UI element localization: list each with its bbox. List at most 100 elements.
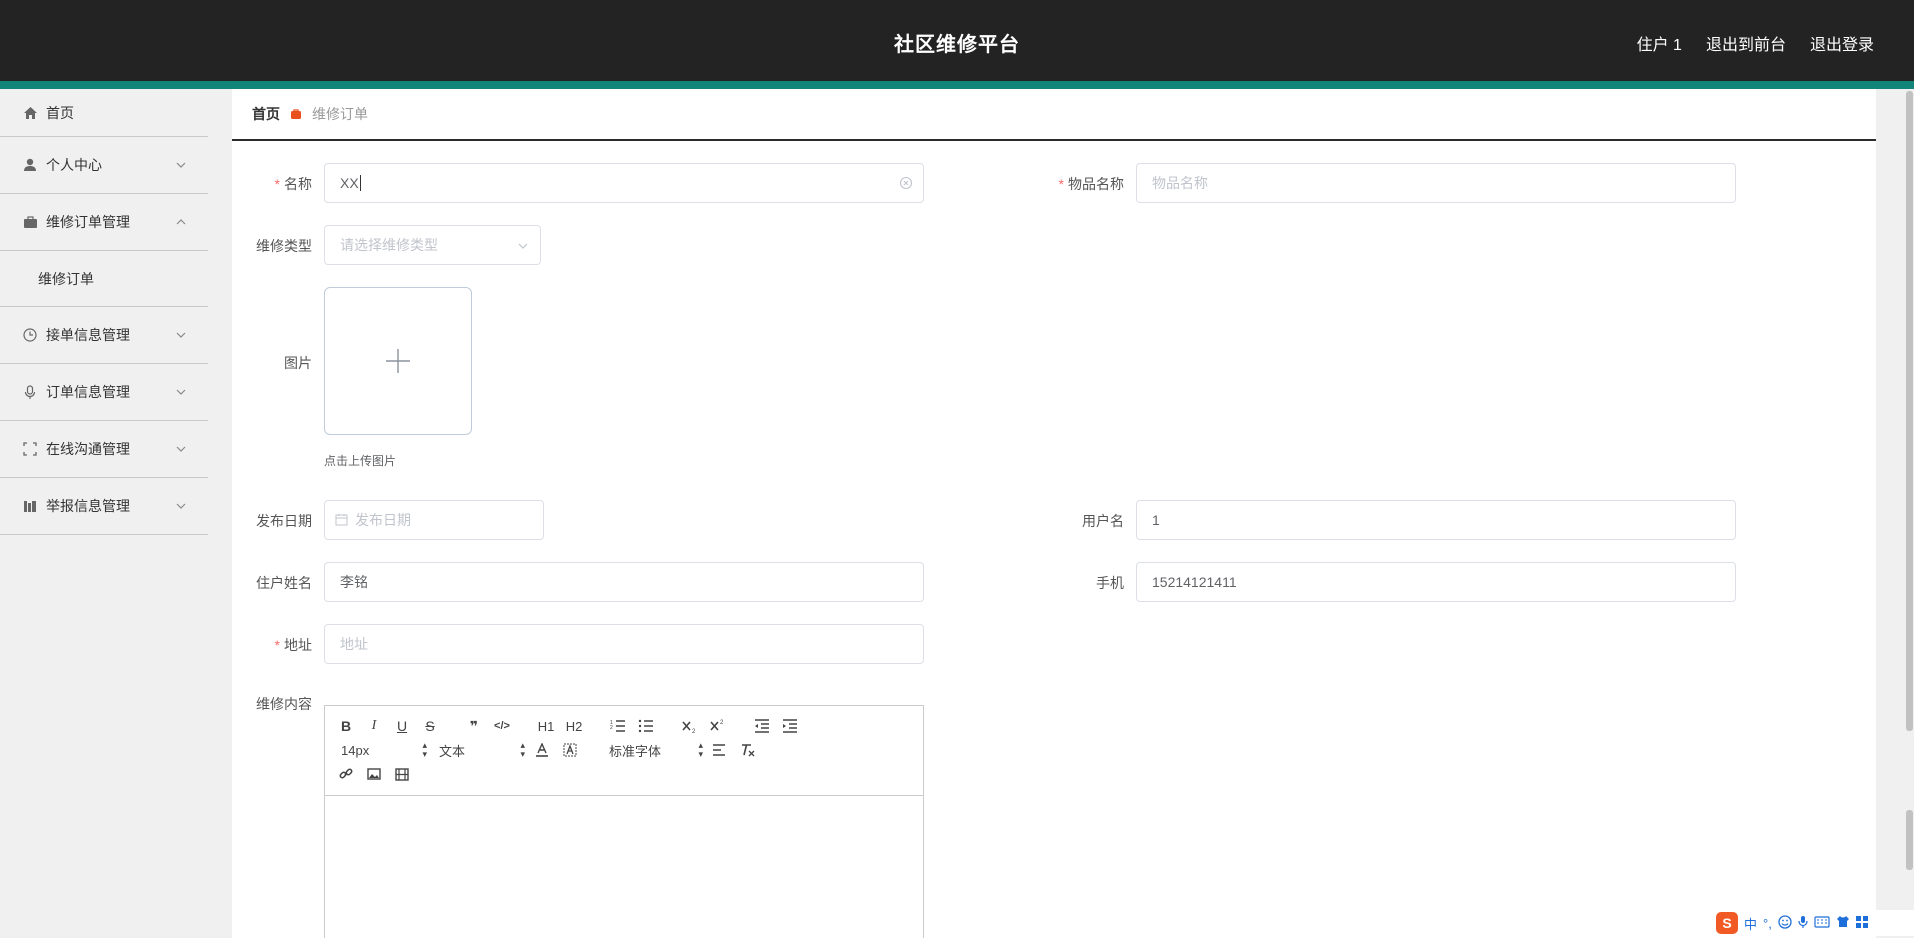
fullscreen-icon <box>22 441 38 457</box>
insert-video-button[interactable] <box>391 763 413 785</box>
item-name-placeholder: 物品名称 <box>1152 175 1208 191</box>
logout-link[interactable]: 退出登录 <box>1810 31 1874 55</box>
sidebar-item-personal-center[interactable]: 个人中心 <box>0 137 208 194</box>
item-name-input[interactable]: 物品名称 <box>1136 163 1736 203</box>
name-label: * 名称 <box>274 176 312 192</box>
exit-to-front-link[interactable]: 退出到前台 <box>1706 31 1786 55</box>
ime-punctuation-toggle[interactable]: °, <box>1763 916 1772 931</box>
font-family-select[interactable]: 标准字体 ▴ ▾ <box>603 739 703 761</box>
scrollbar-thumb-secondary[interactable] <box>1906 810 1913 870</box>
sogou-logo-icon[interactable]: S <box>1716 912 1738 934</box>
header2-button[interactable]: H2 <box>563 715 585 737</box>
books-icon <box>22 498 38 514</box>
item-name-label: * 物品名称 <box>1058 176 1124 192</box>
sidebar-item-online-chat[interactable]: 在线沟通管理 <box>0 421 208 478</box>
sidebar-item-report-info[interactable]: 举报信息管理 <box>0 478 208 535</box>
sidebar-item-home[interactable]: 首页 <box>0 89 208 137</box>
repair-type-label: 维修类型 <box>256 238 312 254</box>
sidebar-item-label: 首页 <box>46 104 74 121</box>
svg-text:2: 2 <box>610 725 613 731</box>
align-button[interactable] <box>709 739 731 761</box>
indent-button[interactable] <box>779 715 801 737</box>
publish-date-picker[interactable]: 发布日期 <box>324 500 544 540</box>
main-content: 首页 维修订单 * 名称 XX * 物品名称 物品名称 维修类型 请选择维修类型 图… <box>232 89 1876 938</box>
repair-type-placeholder: 请选择维修类型 <box>340 237 438 253</box>
header-type-select[interactable]: 文本 ▴ ▾ <box>433 739 525 761</box>
image-upload-button[interactable] <box>324 287 472 435</box>
editor-content-area[interactable] <box>325 796 923 938</box>
voice-icon[interactable] <box>1798 915 1808 932</box>
blockquote-button[interactable]: ❞ <box>463 715 485 737</box>
sidebar-item-label: 举报信息管理 <box>46 498 130 514</box>
content-label: 维修内容 <box>256 696 312 712</box>
clock-icon <box>22 327 38 343</box>
name-input[interactable]: XX <box>324 163 924 203</box>
strikethrough-button[interactable]: S <box>419 715 441 737</box>
username-input[interactable]: 1 <box>1136 500 1736 540</box>
background-color-button[interactable] <box>559 739 581 761</box>
phone-label: 手机 <box>1096 575 1124 591</box>
current-user-link[interactable]: 住户 1 <box>1637 31 1682 55</box>
chevron-down-icon <box>176 162 186 168</box>
app-title: 社区维修平台 <box>894 34 1020 56</box>
sidebar-item-accept-info[interactable]: 接单信息管理 <box>0 307 208 364</box>
address-placeholder: 地址 <box>340 636 368 652</box>
breadcrumb-home[interactable]: 首页 <box>252 104 280 124</box>
link-button[interactable] <box>335 763 357 785</box>
skin-icon[interactable] <box>1836 915 1850 931</box>
chevron-up-icon <box>176 219 186 225</box>
clear-format-button[interactable] <box>737 739 759 761</box>
italic-button[interactable]: I <box>363 715 385 737</box>
editor-toolbar: B I U S ❞ </> H1 H2 12 2 2 14px ▴ ▾ 文本 ▴… <box>325 706 923 796</box>
sidebar-item-repair-orders[interactable]: 维修订单管理 <box>0 194 208 251</box>
header1-button[interactable]: H1 <box>535 715 557 737</box>
ordered-list-button[interactable]: 12 <box>607 715 629 737</box>
bold-button[interactable]: B <box>335 715 357 737</box>
font-size-value: 14px <box>341 742 370 758</box>
phone-input[interactable]: 15214121411 <box>1136 562 1736 602</box>
subscript-button[interactable]: 2 <box>679 715 701 737</box>
code-block-button[interactable]: </> <box>491 715 513 737</box>
name-input-value: XX <box>340 175 359 191</box>
toolbox-icon[interactable] <box>1855 915 1868 931</box>
breadcrumb: 首页 维修订单 <box>232 89 1876 141</box>
address-label: * 地址 <box>274 637 312 653</box>
sidebar-item-label: 订单信息管理 <box>46 384 130 400</box>
text-caret <box>359 175 361 191</box>
align-left-icon <box>713 744 725 756</box>
outdent-button[interactable] <box>751 715 773 737</box>
upload-tip: 点击上传图片 <box>324 454 397 468</box>
bullet-list-button[interactable] <box>635 715 657 737</box>
superscript-icon: 2 <box>710 720 724 731</box>
superscript-button[interactable]: 2 <box>707 715 729 737</box>
breadcrumb-current: 维修订单 <box>312 106 368 122</box>
sidebar-subitem-repair-order[interactable]: 维修订单 <box>0 251 208 307</box>
microphone-icon <box>22 384 38 400</box>
font-size-select[interactable]: 14px ▴ ▾ <box>335 739 427 761</box>
insert-image-button[interactable] <box>363 763 385 785</box>
plus-icon <box>386 349 410 373</box>
select-arrows-icon: ▴ ▾ <box>698 740 703 759</box>
address-input[interactable]: 地址 <box>324 624 924 664</box>
chevron-down-icon <box>176 389 186 395</box>
underline-button[interactable]: U <box>391 715 413 737</box>
ime-toolbar: S 中 °, <box>1712 910 1914 936</box>
briefcase-icon <box>22 214 38 230</box>
chevron-down-icon <box>176 332 186 338</box>
sidebar-item-order-info[interactable]: 订单信息管理 <box>0 364 208 421</box>
font-color-icon <box>536 743 548 757</box>
scrollbar-thumb[interactable] <box>1906 91 1913 731</box>
clear-icon[interactable] <box>899 176 913 190</box>
svg-text:2: 2 <box>692 729 696 733</box>
outdent-icon <box>755 719 769 733</box>
username-label: 用户名 <box>1082 513 1124 529</box>
sidebar-item-label: 个人中心 <box>46 157 102 173</box>
resident-name-input[interactable]: 李铭 <box>324 562 924 602</box>
font-color-button[interactable] <box>531 739 553 761</box>
calendar-icon <box>335 513 349 527</box>
ime-language-toggle[interactable]: 中 <box>1744 914 1757 933</box>
repair-type-select[interactable]: 请选择维修类型 <box>324 225 541 265</box>
keyboard-icon[interactable] <box>1814 915 1830 931</box>
username-value: 1 <box>1152 512 1160 528</box>
emoji-icon[interactable] <box>1778 914 1792 932</box>
